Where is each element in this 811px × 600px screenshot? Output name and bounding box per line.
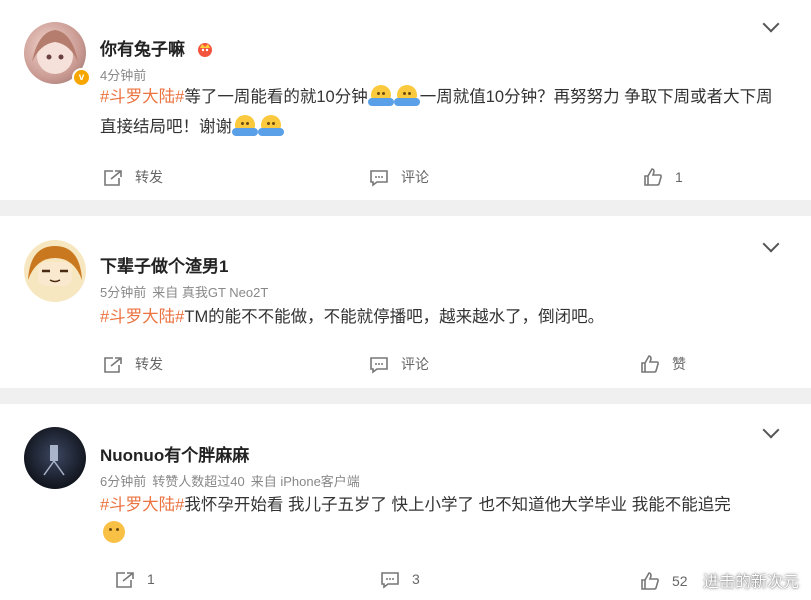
hug-emoji-icon bbox=[367, 85, 394, 106]
topic-link[interactable]: #斗罗大陆# bbox=[100, 308, 184, 326]
comment-meta: 6分钟前 转赞人数超过40 来自 iPhone客户端 bbox=[100, 474, 360, 489]
topic-link[interactable]: #斗罗大陆# bbox=[100, 496, 184, 514]
hug-emoji-icon bbox=[232, 115, 258, 136]
avatar-illustration bbox=[43, 445, 65, 476]
username[interactable]: 你有兔子嘛 bbox=[100, 35, 214, 60]
sweat-smile-emoji-icon bbox=[103, 521, 125, 543]
repost-button[interactable]: 转发 bbox=[103, 354, 163, 374]
watermark: 进击的新次元 bbox=[702, 574, 799, 591]
thumbs-up-icon bbox=[644, 168, 662, 186]
repost-icon bbox=[104, 170, 122, 186]
username[interactable]: 下辈子做个渣男1 bbox=[100, 252, 228, 277]
repost-button[interactable]: 转发 bbox=[103, 167, 163, 187]
like-button[interactable]: 1 bbox=[643, 167, 683, 187]
comment-icon bbox=[381, 572, 399, 589]
avatar-illustration bbox=[28, 246, 82, 286]
comment-meta: 5分钟前 来自 真我GT Neo2T bbox=[100, 285, 269, 300]
comment-icon bbox=[370, 357, 388, 374]
comment-card-2: 下辈子做个渣男1 5分钟前 来自 真我GT Neo2T #斗罗大陆#TM的能不不能… bbox=[0, 216, 811, 388]
chevron-down-icon[interactable] bbox=[762, 15, 780, 33]
like-button[interactable]: 52 bbox=[640, 571, 688, 591]
repost-icon bbox=[104, 357, 122, 373]
chevron-down-icon[interactable] bbox=[762, 421, 780, 439]
comment-button[interactable]: 评论 bbox=[369, 354, 429, 374]
comment-card-3: Nuonuo有个胖麻麻 6分钟前 转赞人数超过40 来自 iPhone客户端 #斗罗… bbox=[0, 404, 811, 600]
like-button[interactable]: 赞 bbox=[640, 354, 686, 374]
comment-content: #斗罗大陆#等了一周能看的就10分钟 一周就值10分钟？再努努力 争取下周或者大下… bbox=[100, 82, 781, 142]
comment-content: #斗罗大陆#我怀孕开始看 我儿子五岁了 快上小学了 也不知道他大学毕业 我能不能… bbox=[100, 490, 781, 550]
crown-badge-icon bbox=[197, 43, 212, 57]
avatar[interactable] bbox=[24, 427, 86, 489]
comment-button[interactable]: 评论 bbox=[369, 167, 429, 187]
repost-icon bbox=[116, 572, 134, 588]
comment-content: #斗罗大陆#TM的能不不能做，不能就停播吧，越来越水了，倒闭吧。 bbox=[100, 308, 605, 326]
hug-emoji-icon bbox=[393, 85, 420, 106]
comment-icon bbox=[370, 170, 388, 187]
chevron-down-icon[interactable] bbox=[762, 235, 780, 253]
thumbs-up-icon bbox=[641, 572, 659, 590]
username[interactable]: Nuonuo有个胖麻麻 bbox=[100, 441, 249, 466]
comment-card-1: v 你有兔子嘛 4分钟前 #斗罗大陆#等了一周能看的就10分钟 一周就值10分钟？… bbox=[0, 0, 811, 200]
verified-badge-icon: v bbox=[72, 68, 91, 87]
comment-button[interactable]: 3 bbox=[380, 571, 420, 589]
avatar[interactable] bbox=[24, 240, 86, 302]
thumbs-up-icon bbox=[641, 355, 659, 373]
hug-emoji-icon bbox=[258, 115, 284, 136]
repost-button[interactable]: 1 bbox=[115, 571, 155, 589]
topic-link[interactable]: #斗罗大陆# bbox=[100, 88, 184, 106]
